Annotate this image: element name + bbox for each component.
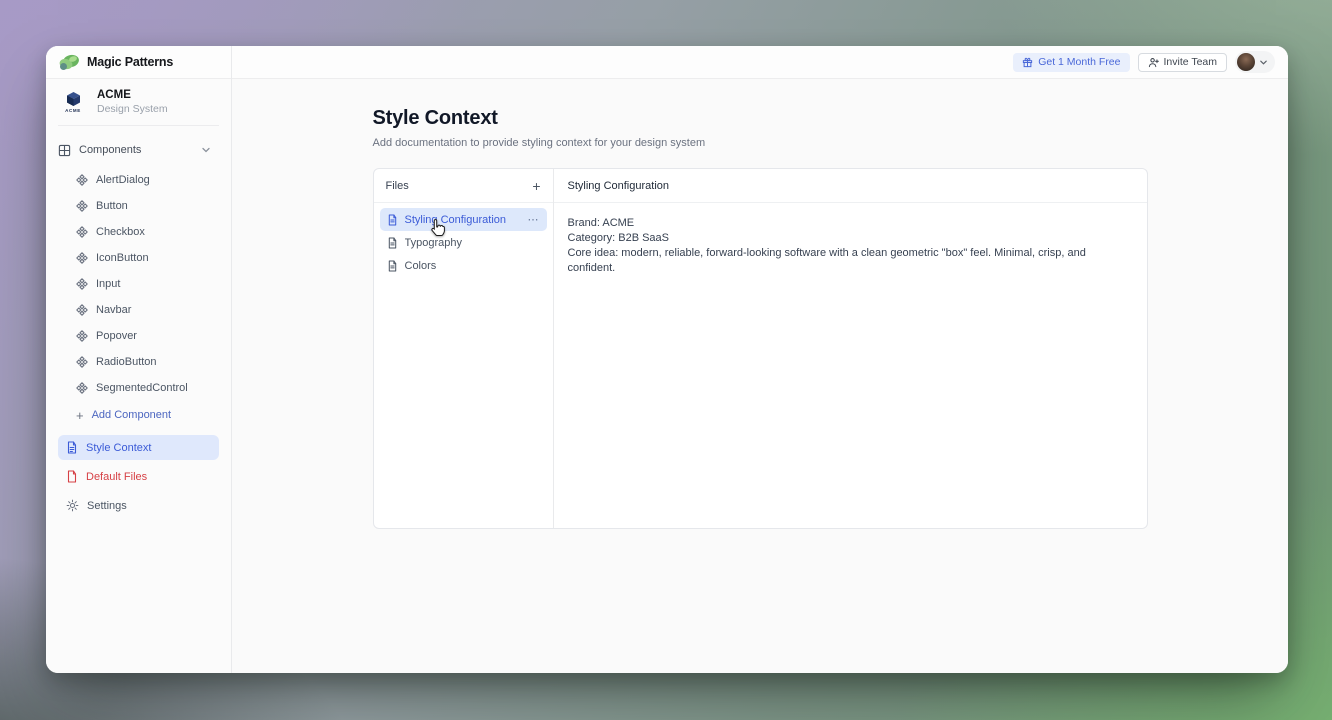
component-icon — [76, 278, 88, 290]
file-name: Colors — [405, 260, 437, 272]
sidebar: Magic Patterns ACME ACME — [46, 46, 232, 673]
file-name: Styling Configuration — [405, 214, 507, 226]
files-header-label: Files — [386, 180, 409, 192]
detail-line: Core idea: modern, reliable, forward-loo… — [568, 246, 1133, 276]
sidebar-body: ACME ACME Design System Co — [46, 79, 231, 673]
topbar: Get 1 Month Free Invite Team — [232, 46, 1288, 79]
detail-body[interactable]: Brand: ACME Category: B2B SaaS Core idea… — [554, 203, 1147, 288]
ellipsis-icon[interactable]: ⋯ — [528, 213, 540, 226]
get-month-free-label: Get 1 Month Free — [1038, 56, 1120, 68]
component-label: Input — [96, 278, 120, 290]
account-menu[interactable] — [1235, 51, 1275, 73]
gradient-background: Magic Patterns ACME ACME — [0, 0, 1332, 720]
sidebar-component-item[interactable]: IconButton — [58, 245, 219, 271]
sidebar-item-label: Settings — [87, 500, 127, 512]
sidebar-component-item[interactable]: Input — [58, 271, 219, 297]
file-icon — [66, 470, 78, 483]
sidebar-component-item[interactable]: Button — [58, 193, 219, 219]
component-label: SegmentedControl — [96, 382, 188, 394]
grid-icon — [58, 144, 71, 157]
workspace-subtitle: Design System — [97, 103, 168, 115]
sidebar-item-settings[interactable]: Settings — [58, 493, 219, 518]
component-icon — [76, 200, 88, 212]
component-label: Navbar — [96, 304, 131, 316]
add-component-label: Add Component — [92, 409, 172, 421]
page-subtitle: Add documentation to provide styling con… — [373, 137, 1148, 149]
component-icon — [76, 330, 88, 342]
file-text-icon — [387, 214, 398, 226]
chevron-down-icon — [201, 145, 211, 155]
detail-line: Category: B2B SaaS — [568, 231, 1133, 246]
sidebar-item-label: Default Files — [86, 471, 147, 483]
sidebar-nav: Style Context Default Files — [58, 435, 219, 518]
component-icon — [76, 382, 88, 394]
sidebar-component-item[interactable]: SegmentedControl — [58, 375, 219, 401]
component-icon — [76, 252, 88, 264]
user-plus-icon — [1148, 57, 1159, 68]
brand-header[interactable]: Magic Patterns — [46, 46, 231, 79]
sidebar-component-item[interactable]: Navbar — [58, 297, 219, 323]
files-column: Files + — [374, 169, 554, 528]
sidebar-item-default-files[interactable]: Default Files — [58, 464, 219, 489]
sidebar-item-style-context[interactable]: Style Context — [58, 435, 219, 460]
invite-team-button[interactable]: Invite Team — [1138, 53, 1228, 72]
avatar — [1237, 53, 1255, 71]
component-label: IconButton — [96, 252, 149, 264]
workspace-name: ACME — [97, 89, 168, 101]
brand-name: Magic Patterns — [87, 55, 173, 69]
divider — [58, 125, 219, 126]
component-icon — [76, 356, 88, 368]
workspace-switcher[interactable]: ACME ACME Design System — [58, 89, 219, 115]
file-row[interactable]: Styling Configuration ⋯ — [380, 208, 547, 231]
component-icon — [76, 174, 88, 186]
component-label: AlertDialog — [96, 174, 150, 186]
sidebar-component-item[interactable]: Popover — [58, 323, 219, 349]
component-label: RadioButton — [96, 356, 157, 368]
detail-header: Styling Configuration — [554, 169, 1147, 203]
sidebar-component-item[interactable]: RadioButton — [58, 349, 219, 375]
component-label: Popover — [96, 330, 137, 342]
chevron-down-icon — [1259, 58, 1268, 67]
sidebar-component-item[interactable]: Checkbox — [58, 219, 219, 245]
sidebar-item-label: Style Context — [86, 442, 151, 454]
content: Style Context Add documentation to provi… — [232, 79, 1288, 673]
file-text-icon — [387, 260, 398, 272]
add-component-button[interactable]: + Add Component — [58, 401, 219, 429]
component-label: Checkbox — [96, 226, 145, 238]
components-section-toggle[interactable]: Components — [58, 141, 219, 159]
component-list: AlertDialog — [58, 167, 219, 401]
add-file-button[interactable]: + — [532, 179, 540, 193]
file-row[interactable]: Colors ⋯ — [380, 254, 547, 277]
component-icon — [76, 226, 88, 238]
invite-team-label: Invite Team — [1164, 56, 1218, 68]
workspace-logo-text: ACME — [65, 108, 81, 113]
components-label: Components — [79, 144, 141, 156]
page-title: Style Context — [373, 107, 1148, 130]
detail-line: Brand: ACME — [568, 216, 1133, 231]
file-text-icon — [66, 441, 78, 454]
main-area: Get 1 Month Free Invite Team — [232, 46, 1288, 673]
gift-icon — [1022, 57, 1033, 68]
component-label: Button — [96, 200, 128, 212]
files-header: Files + — [374, 169, 553, 203]
plus-icon: + — [76, 409, 84, 422]
file-name: Typography — [405, 237, 462, 249]
get-month-free-button[interactable]: Get 1 Month Free — [1013, 53, 1129, 72]
workspace-logo: ACME — [58, 91, 88, 113]
file-list: Styling Configuration ⋯ — [374, 203, 553, 282]
file-row[interactable]: Typography ⋯ — [380, 231, 547, 254]
file-text-icon — [387, 237, 398, 249]
detail-column: Styling Configuration Brand: ACME Catego… — [554, 169, 1147, 528]
gear-icon — [66, 499, 79, 512]
magic-patterns-logo-icon — [59, 54, 80, 71]
component-icon — [76, 304, 88, 316]
app-window: Magic Patterns ACME ACME — [46, 46, 1288, 673]
sidebar-component-item[interactable]: AlertDialog — [58, 167, 219, 193]
style-context-panel: Files + — [373, 168, 1148, 529]
